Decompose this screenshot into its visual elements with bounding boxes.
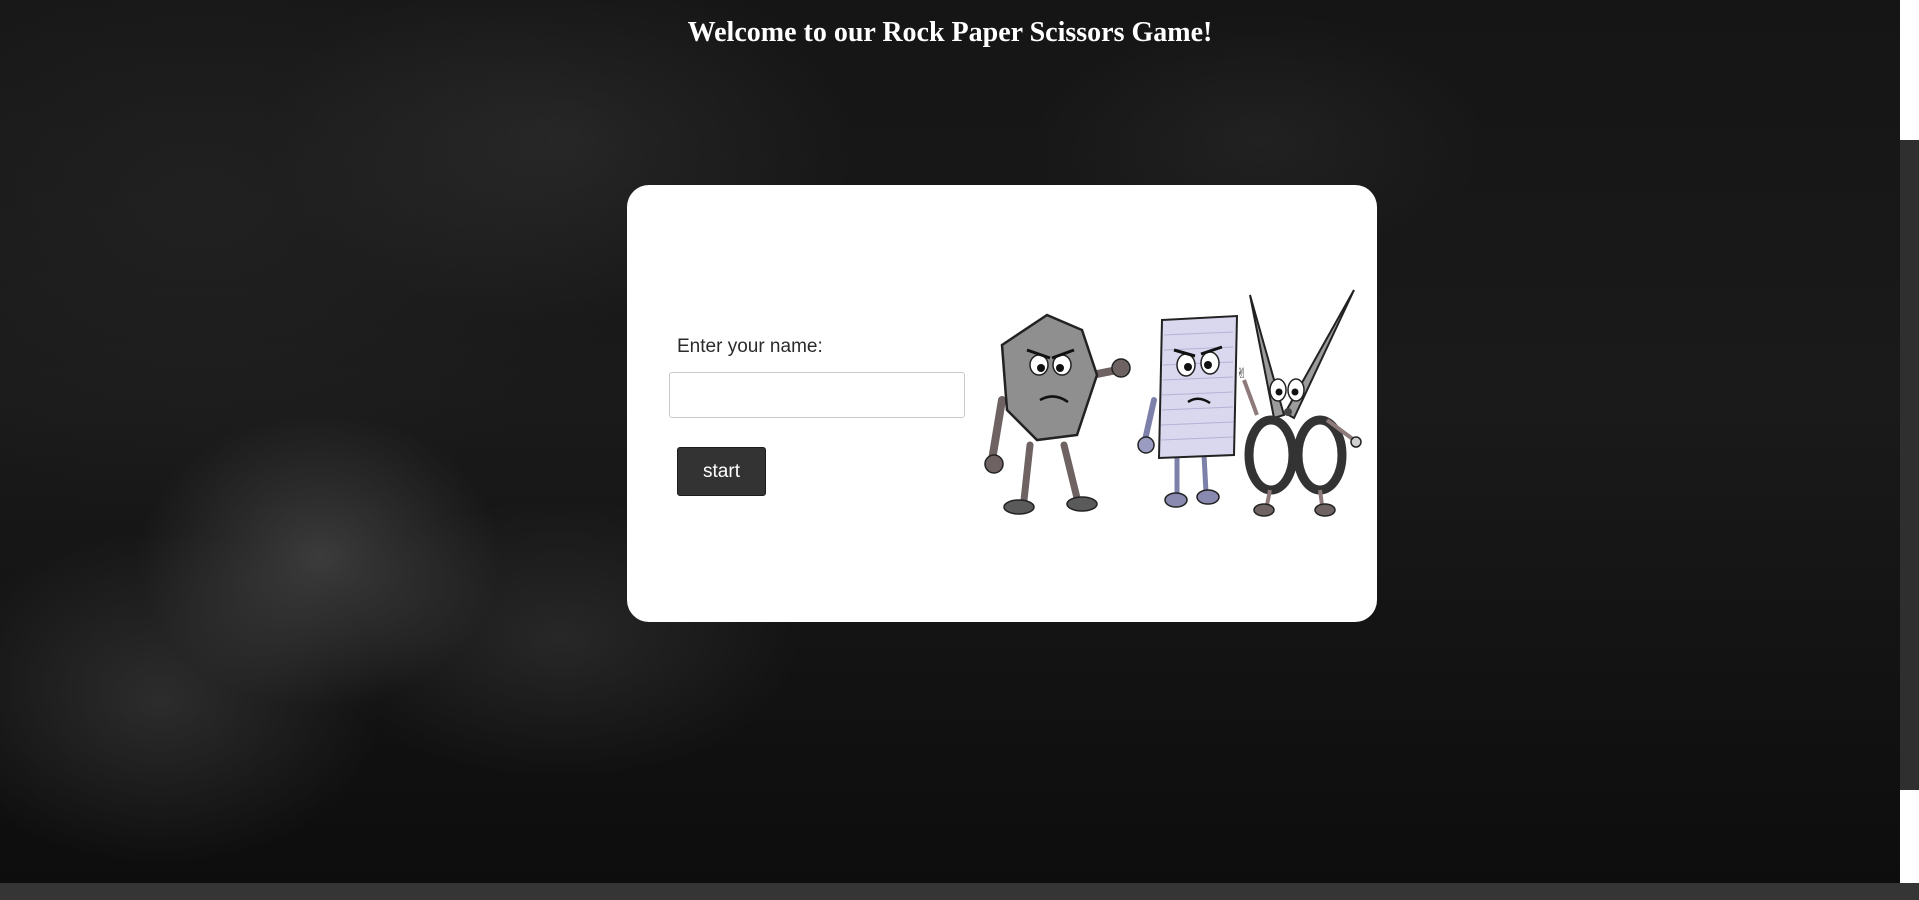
rock-paper-scissors-illustration: ✌ (984, 289, 1362, 517)
paper-character (1137, 314, 1239, 508)
start-card: Enter your name: start ✌ (627, 185, 1377, 622)
rock-character (984, 313, 1131, 515)
svg-text:✌: ✌ (1236, 366, 1248, 382)
start-button[interactable]: start (677, 447, 766, 496)
scissors-character: ✌ (1236, 289, 1362, 517)
horizontal-scrollbar[interactable] (0, 883, 1919, 900)
name-input[interactable] (669, 372, 965, 418)
page-title: Welcome to our Rock Paper Scissors Game! (687, 17, 1213, 48)
name-label: Enter your name: (677, 336, 823, 357)
vertical-scrollbar-thumb[interactable] (1900, 140, 1919, 790)
